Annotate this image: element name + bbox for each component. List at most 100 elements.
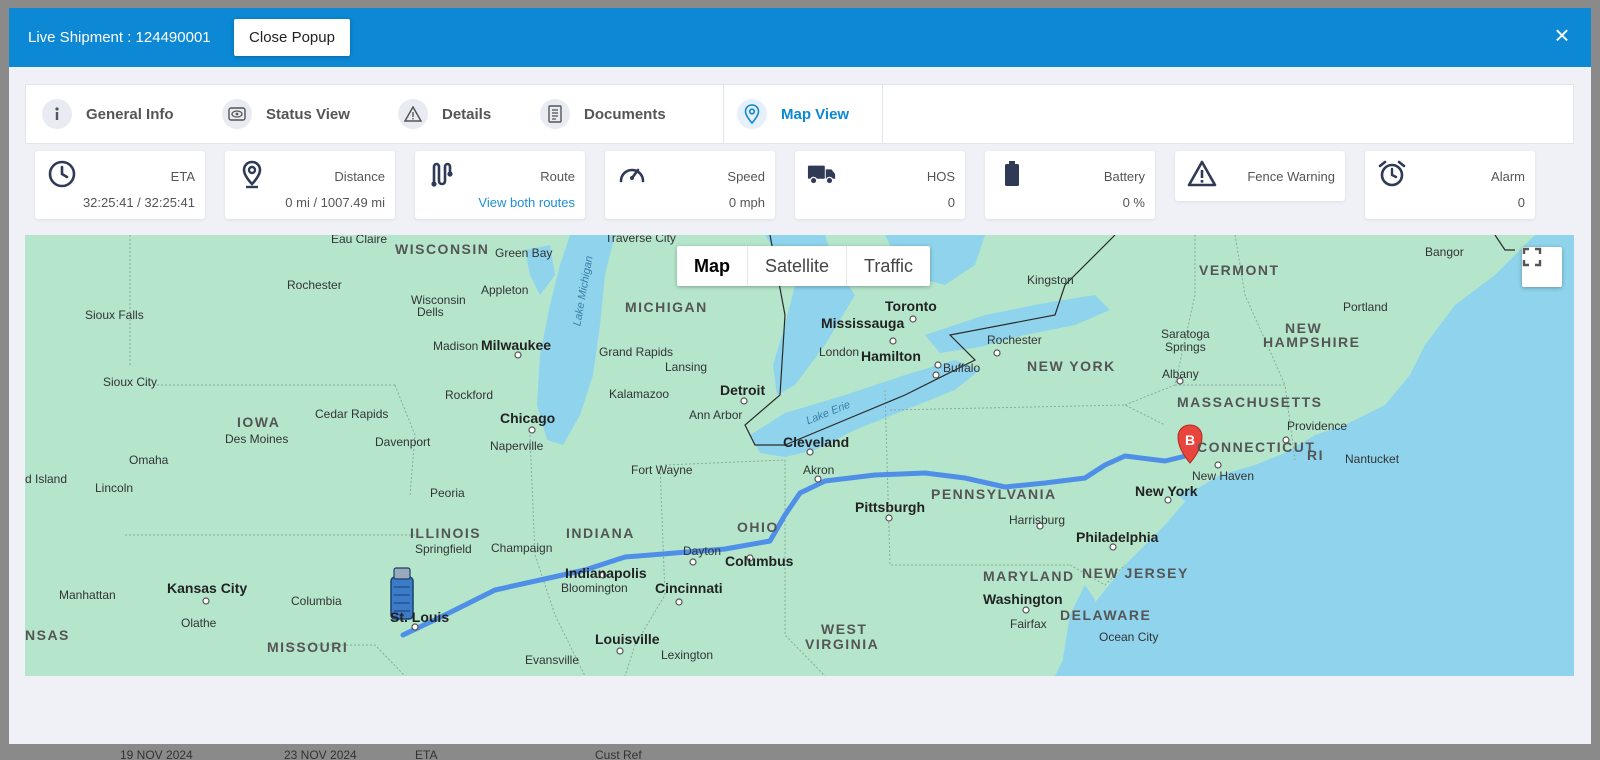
map-label: Kalamazoo (609, 387, 670, 401)
map-label: Madison (433, 339, 479, 353)
map-label: Ocean City (1099, 630, 1159, 644)
map-label: Davenport (375, 435, 431, 449)
map-label: RI (1307, 447, 1324, 463)
map-label: Eau Claire (331, 235, 388, 246)
shipment-map[interactable]: WISCONSIN MICHIGAN IOWA ILLINOIS INDIANA… (25, 235, 1574, 676)
map-label: Omaha (129, 453, 169, 467)
map-label: Indianapolis (565, 565, 647, 581)
speed-card: Speed 0 mph (605, 151, 775, 219)
map-label: Providence (1287, 419, 1348, 433)
map-label: Peoria (430, 486, 465, 500)
backdrop-col-eta: ETA (415, 748, 438, 760)
view-both-routes-link[interactable]: View both routes (478, 195, 575, 210)
map-label: Traverse City (605, 235, 676, 245)
map-label: St. Louis (390, 609, 450, 625)
map-label: New York (1135, 483, 1198, 499)
map-label: HAMPSHIRE (1263, 334, 1361, 350)
map-label: Albany (1162, 367, 1199, 381)
map-label: ILLINOIS (410, 525, 482, 541)
map-label: Mississauga (821, 315, 905, 331)
map-label: Lansing (665, 360, 708, 374)
map-label: Naperville (490, 439, 544, 453)
map-label: INDIANA (566, 525, 635, 541)
backdrop-date-2: 23 NOV 2024 (284, 748, 357, 760)
clock-icon (48, 160, 76, 188)
tab-label: Details (442, 105, 492, 123)
document-icon (540, 99, 570, 129)
map-label: d Island (25, 472, 68, 486)
map-label: Sioux Falls (85, 308, 144, 322)
tab-label: General Info (86, 105, 174, 123)
map-label: Buffalo (943, 361, 981, 375)
distance-card: Distance 0 mi / 1007.49 mi (225, 151, 395, 219)
modal-title: Live Shipment : 124490001 (28, 29, 211, 46)
close-popup-button[interactable]: Close Popup (234, 19, 350, 56)
map-label: Rochester (287, 278, 342, 292)
eta-value: 32:25:41 / 32:25:41 (82, 195, 195, 210)
map-marker-icon (242, 160, 262, 189)
map-label: NSAS (25, 627, 70, 643)
map-label: OHIO (737, 519, 779, 535)
backdrop-date-1: 19 NOV 2024 (120, 748, 193, 760)
map-label: Sioux City (103, 375, 158, 389)
map-label: Appleton (481, 283, 529, 297)
map-type-satellite-button[interactable]: Satellite (748, 246, 848, 286)
tab-map-view[interactable]: Map View (737, 85, 849, 143)
tab-label: Map View (781, 105, 850, 123)
map-label: Hamilton (861, 348, 921, 364)
battery-value: 0 % (1122, 195, 1145, 210)
map-label: WISCONSIN (395, 241, 490, 257)
map-label: Dells (417, 305, 444, 319)
modal-header: Live Shipment : 124490001 Close Popup × (9, 8, 1591, 67)
map-label: VERMONT (1199, 262, 1280, 278)
tab-status-view[interactable]: Status View (222, 85, 350, 143)
location-pin-icon (737, 99, 767, 129)
map-label: PENNSYLVANIA (931, 486, 1057, 502)
map-label: Green Bay (495, 246, 553, 260)
close-icon[interactable]: × (1547, 20, 1577, 50)
map-label: Fairfax (1010, 617, 1047, 631)
speed-value: 0 mph (728, 195, 765, 210)
map-label: Kansas City (167, 580, 248, 596)
map-label: Detroit (720, 382, 766, 398)
map-label: CONNECTICUT (1197, 439, 1316, 455)
map-type-map-button[interactable]: Map (677, 246, 748, 286)
map-type-traffic-button[interactable]: Traffic (847, 246, 930, 286)
map-label: Cedar Rapids (315, 407, 389, 421)
map-label: Washington (983, 591, 1063, 607)
fence-warning-card: Fence Warning (1175, 151, 1345, 201)
map-label: Bangor (1425, 245, 1464, 259)
alarm-value: 0 (1517, 195, 1525, 210)
warning-icon (1187, 160, 1217, 187)
warning-icon (398, 99, 428, 129)
battery-icon (1005, 161, 1019, 186)
map-label: IOWA (237, 414, 281, 430)
eye-icon (222, 99, 252, 129)
distance-label: Distance (334, 169, 385, 184)
map-label: Cleveland (783, 434, 850, 450)
map-label: Philadelphia (1076, 529, 1159, 545)
tab-general-info[interactable]: General Info (42, 85, 174, 143)
route-label: Route (540, 169, 575, 184)
map-label: MICHIGAN (625, 299, 708, 315)
map-label: MISSOURI (267, 639, 349, 655)
tab-label: Status View (266, 105, 350, 123)
map-label: Saratoga (1161, 327, 1210, 341)
map-label: MASSACHUSETTS (1177, 394, 1323, 410)
tab-documents[interactable]: Documents (540, 85, 666, 143)
map-label: Rockford (445, 388, 494, 402)
map-label: Ann Arbor (689, 408, 743, 422)
battery-card: Battery 0 % (985, 151, 1155, 219)
hos-card: HOS 0 (795, 151, 965, 219)
modal-footer (9, 676, 1591, 744)
map-label: Chicago (500, 410, 556, 426)
live-shipment-modal: Live Shipment : 124490001 Close Popup × … (9, 8, 1591, 744)
map-label: Lincoln (95, 481, 134, 495)
tab-details[interactable]: Details (398, 85, 491, 143)
eta-label: ETA (170, 169, 195, 184)
map-label: Louisville (595, 631, 660, 647)
map-label: Toronto (885, 298, 937, 314)
map-label: NEW YORK (1027, 358, 1116, 374)
fullscreen-button[interactable] (1522, 247, 1562, 287)
map-label: Manhattan (59, 588, 116, 602)
